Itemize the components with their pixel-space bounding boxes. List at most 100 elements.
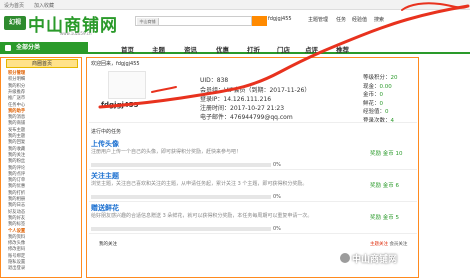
menu-topic-manage[interactable]: 主题管理 <box>308 16 328 23</box>
search-button[interactable] <box>252 16 267 26</box>
task-title[interactable]: 上传头像 <box>91 139 119 149</box>
grid-icon <box>5 45 11 51</box>
sidebar-item[interactable]: 退出登录 <box>8 266 25 271</box>
sidebar-item[interactable]: 推广送币 <box>8 96 25 101</box>
nav-discounts[interactable]: 打折 <box>247 44 260 54</box>
sidebar-item[interactable]: 我的好友 <box>8 216 25 221</box>
stat-label: 等级积分： <box>363 75 391 81</box>
sidebar-item[interactable]: 我的日志 <box>8 203 25 208</box>
sidebar-item[interactable]: 账号绑定 <box>8 254 25 259</box>
register-time-text: 注册时间：2017-10-27 21:23 <box>200 105 285 112</box>
sidebar-item[interactable]: 我的收藏 <box>8 147 25 152</box>
sidebar-item[interactable]: 我的资料 <box>8 235 25 240</box>
stat-value: 0.00 <box>379 83 392 90</box>
site-url: www.1uzu59.cn <box>60 31 92 36</box>
task-description: 浏览主题，关注自己喜欢和关注的主题，从申请任务起，累计关注 3 个主题，即可获得… <box>91 181 308 187</box>
task-progress-bar <box>91 227 271 231</box>
watermark: 中山商铺网 <box>352 255 398 265</box>
sidebar-item[interactable]: 我的相册 <box>8 197 25 202</box>
task-reward: 奖励 金币 10 <box>370 151 403 157</box>
stat-value: 0 <box>379 92 384 98</box>
sidebar-item[interactable]: 我的消息 <box>8 115 25 120</box>
sidebar-item[interactable]: 我的关注 <box>8 153 25 158</box>
sidebar-item[interactable]: 我的主题 <box>8 134 25 139</box>
divider <box>89 169 417 170</box>
stat-label: 现金： <box>363 83 380 90</box>
sidebar-item[interactable]: 我的标签 <box>8 222 25 227</box>
tab-member-follow[interactable]: 会员关注 <box>389 242 407 247</box>
nav-offers[interactable]: 优惠 <box>216 44 229 54</box>
user-link[interactable]: fdgjgj455 <box>268 16 292 22</box>
menu-search[interactable]: 搜索 <box>374 16 384 23</box>
stat-value: 0 <box>379 100 384 107</box>
set-homepage-link[interactable]: 设为首页 <box>4 2 24 9</box>
sidebar-item[interactable]: 我的优惠 <box>8 184 25 189</box>
sidebar-item[interactable]: 发布主题 <box>8 128 25 133</box>
task-title[interactable]: 赠送鲜花 <box>91 203 119 213</box>
follow-tabs: 主题关注 会员关注 <box>370 241 407 247</box>
all-categories-label: 全部分类 <box>16 44 41 51</box>
stat-label: 经验值： <box>363 109 386 115</box>
stat-row: 经验值：0 <box>363 107 389 115</box>
task-description: 给好朋友感兴趣的合适信息赠送 3 朵鲜花，就可以获得积分奖励，本任务每周期可以重… <box>91 213 313 219</box>
divider <box>89 122 417 123</box>
nav-recommend[interactable]: 推荐 <box>336 44 349 54</box>
search-input[interactable]: 中山商铺 <box>135 16 252 26</box>
task-progress-percent: 0% <box>273 226 281 232</box>
stat-label: 鲜花： <box>363 100 380 107</box>
divider <box>89 201 417 202</box>
welcome-text: 欢迎回来，fdgjgj455 <box>91 61 140 67</box>
tab-topic-follow[interactable]: 主题关注 <box>370 242 388 247</box>
avatar[interactable] <box>108 71 146 99</box>
sidebar-item[interactable]: 隐私设置 <box>8 260 25 265</box>
task-title[interactable]: 关注主题 <box>91 171 119 181</box>
sidebar-item[interactable]: 任务中心 <box>8 103 25 108</box>
task-progress-bar <box>91 195 271 199</box>
sidebar-item[interactable]: 升级推荐 <box>8 90 25 95</box>
wechat-icon <box>340 253 350 263</box>
sidebar-item[interactable]: 我的点评 <box>8 172 25 177</box>
sidebar-item[interactable]: 我的商铺 <box>8 121 25 126</box>
task-progress-bar <box>91 163 271 167</box>
stat-label: 金币： <box>363 92 380 98</box>
stat-row: 金币：0 <box>363 90 383 98</box>
sidebar-item[interactable]: 我的粉丝 <box>8 159 25 164</box>
add-favorite-link[interactable]: 加入收藏 <box>34 2 54 9</box>
sidebar-group-title: 我的助手 <box>8 108 26 114</box>
stat-row: 鲜花：0 <box>363 99 383 107</box>
sidebar-item[interactable]: 我的回复 <box>8 140 25 145</box>
tasks-section-title: 进行中的任务 <box>91 129 122 135</box>
nav-stores[interactable]: 门店 <box>277 44 290 54</box>
top-bar: 设为首页 加入收藏 <box>0 0 470 10</box>
task-reward: 奖励 金币 5 <box>370 215 399 221</box>
sidebar-item[interactable]: 修改密码 <box>8 247 25 252</box>
sidebar-item[interactable]: 我的订单 <box>8 178 25 183</box>
nav-home[interactable]: 首页 <box>121 44 134 54</box>
menu-tasks[interactable]: 任务 <box>336 16 346 23</box>
sidebar-item[interactable]: 修改头像 <box>8 241 25 246</box>
sidebar-item[interactable]: 我的打折 <box>8 191 25 196</box>
sidebar-item[interactable]: 我的评论 <box>8 166 25 171</box>
sidebar-item[interactable]: 我的积分 <box>8 84 25 89</box>
task-reward: 奖励 金币 6 <box>370 183 399 189</box>
email-text: 电子邮件：476944799@qq.com <box>200 114 293 121</box>
my-follow-label: 我的关注 <box>99 242 117 247</box>
sidebar-item[interactable]: 积分明细 <box>8 77 25 82</box>
divider <box>89 233 417 234</box>
menu-experience[interactable]: 经验值 <box>352 16 367 23</box>
nav-news[interactable]: 资讯 <box>184 44 197 54</box>
sidebar-item[interactable]: 好友动态 <box>8 210 25 215</box>
sidebar-group-title: 个人设置 <box>8 228 26 234</box>
stat-row: 现金：0.00 <box>363 82 392 90</box>
task-progress-percent: 0% <box>273 162 281 168</box>
sidebar-header[interactable]: 商圈首页 <box>6 59 78 68</box>
stat-row: 等级积分：20 <box>363 73 398 81</box>
sidebar-group-title: 积分管理 <box>8 71 26 76</box>
nav-reviews[interactable]: 点评 <box>305 44 318 54</box>
stat-value: 20 <box>390 75 398 81</box>
nav-topics[interactable]: 主题 <box>152 44 165 54</box>
stat-value: 0 <box>385 109 389 115</box>
search-category-select[interactable]: 中山商铺 <box>137 18 159 25</box>
username: fdgjgj455 <box>101 101 139 109</box>
all-categories-button[interactable]: 全部分类 <box>0 42 88 54</box>
